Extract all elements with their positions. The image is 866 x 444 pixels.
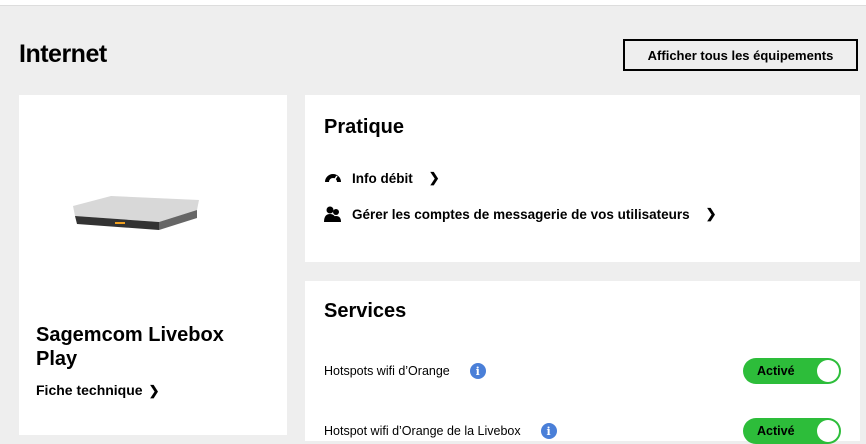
spec-sheet-link[interactable]: Fiche technique ❯ xyxy=(36,382,159,399)
service-row: Hotspots wifi d’Orange i Activé xyxy=(324,358,841,384)
users-icon xyxy=(324,206,341,222)
livebox-hotspot-toggle[interactable]: Activé xyxy=(743,418,841,444)
toggle-knob xyxy=(817,360,839,382)
pratique-title: Pratique xyxy=(324,116,405,138)
show-all-equipment-button[interactable]: Afficher tous les équipements xyxy=(623,39,858,71)
top-bar xyxy=(0,0,866,6)
manage-mail-accounts-label: Gérer les comptes de messagerie de vos u… xyxy=(352,206,690,222)
services-card: Services Hotspots wifi d’Orange i Activé… xyxy=(305,281,860,444)
manage-mail-accounts-link[interactable]: Gérer les comptes de messagerie de vos u… xyxy=(324,206,717,222)
livebox-device-image xyxy=(73,196,199,230)
info-icon[interactable]: i xyxy=(540,423,557,439)
toggle-knob xyxy=(817,420,839,442)
chevron-right-icon: ❯ xyxy=(428,170,440,185)
page-title: Internet xyxy=(19,40,107,68)
service-label: Hotspot wifi d’Orange de la Livebox xyxy=(324,424,521,438)
info-debit-label: Info débit xyxy=(352,170,413,186)
chevron-right-icon: ❯ xyxy=(148,383,160,398)
hotspots-toggle[interactable]: Activé xyxy=(743,358,841,384)
chevron-right-icon: ❯ xyxy=(705,206,717,221)
device-card: Sagemcom Livebox Play Fiche technique ❯ xyxy=(19,95,287,435)
service-row: Hotspot wifi d’Orange de la Livebox i Ac… xyxy=(324,418,841,444)
toggle-status: Activé xyxy=(757,364,795,378)
info-icon[interactable]: i xyxy=(469,363,486,379)
spec-sheet-label: Fiche technique xyxy=(36,382,143,398)
service-label: Hotspots wifi d’Orange xyxy=(324,364,450,378)
toggle-status: Activé xyxy=(757,424,795,438)
speedometer-icon xyxy=(325,174,341,183)
services-title: Services xyxy=(324,300,407,322)
pratique-card: Pratique Info débit ❯ Gérer les comptes d… xyxy=(305,95,860,262)
device-name: Sagemcom Livebox Play xyxy=(36,324,224,370)
info-debit-link[interactable]: Info débit ❯ xyxy=(324,170,440,186)
